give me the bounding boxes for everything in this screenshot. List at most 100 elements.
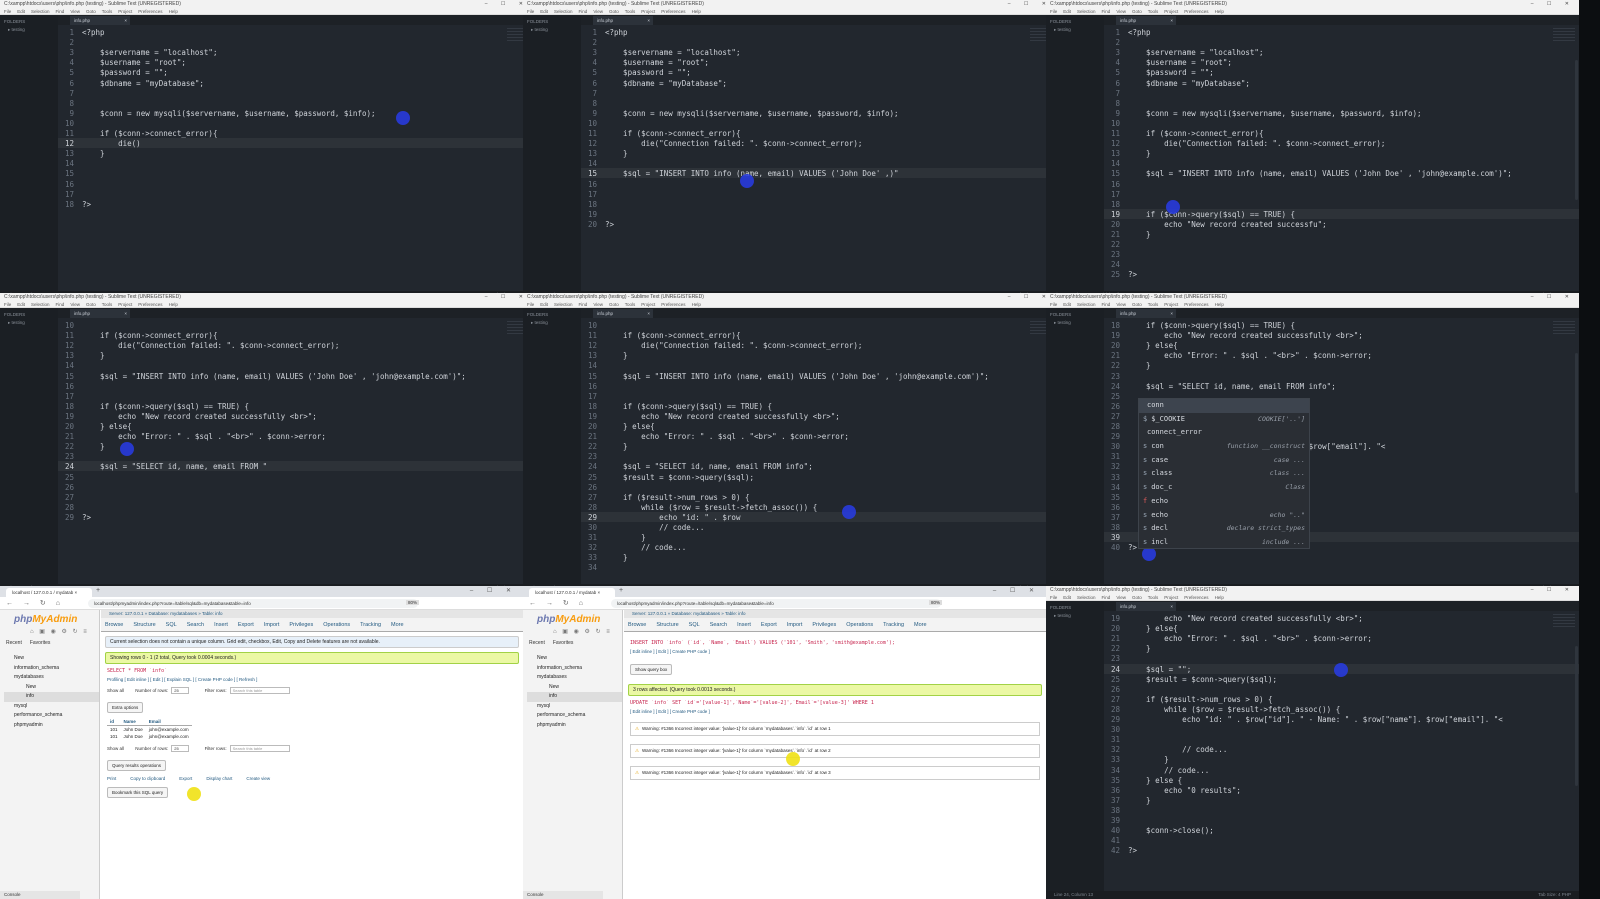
menu-item[interactable]: Edit (1063, 302, 1071, 307)
display-chart-link[interactable]: Display chart (206, 776, 232, 781)
menu-item[interactable]: Help (692, 9, 701, 14)
menu-item[interactable]: View (593, 302, 603, 307)
close-icon[interactable]: × (647, 16, 650, 25)
create-view-link[interactable]: Create view (246, 776, 270, 781)
folder-item[interactable]: ▸ testing (1050, 320, 1100, 326)
menu-item[interactable]: Help (169, 9, 178, 14)
insert-query-links[interactable]: [ Edit inline ] [ Edit ] [ Create PHP co… (630, 649, 1046, 654)
menu-item[interactable]: Help (692, 302, 701, 307)
show-query-box-button[interactable]: Show query box (630, 664, 673, 675)
tab-sql[interactable]: SQL (689, 622, 700, 628)
autocomplete-item[interactable]: s incl include ... (1139, 536, 1309, 550)
breadcrumb[interactable]: Server: 127.0.0.1 » Database: mydatabase… (101, 610, 523, 618)
autocomplete-item[interactable]: s doc_c Class (1139, 481, 1309, 495)
menu-item[interactable]: Preferences (138, 302, 162, 307)
tree-item[interactable]: performance_schema (527, 711, 622, 721)
tab-operations[interactable]: Operations (323, 622, 350, 628)
close-icon[interactable]: × (1170, 602, 1173, 611)
menu-item[interactable]: Find (1102, 302, 1111, 307)
menu-item[interactable]: Tools (102, 9, 113, 14)
print-link[interactable]: Print (107, 776, 116, 781)
menu-item[interactable]: Project (1164, 302, 1178, 307)
menu-item[interactable]: File (1050, 302, 1057, 307)
menu-item[interactable]: View (1116, 595, 1126, 600)
close-icon[interactable]: × (124, 16, 127, 25)
pma-home-icons[interactable]: ⌂ ▣ ◉ ⚙ ↻ ≡ (30, 628, 99, 635)
update-query-links[interactable]: [ Edit inline ] [ Edit ] [ Create PHP co… (630, 709, 1046, 714)
table-row[interactable]: 101 John Doe john@example.com (107, 726, 192, 734)
folder-item[interactable]: ▸ testing (4, 27, 54, 33)
window-controls[interactable]: – ☐ ✕ (1531, 293, 1575, 301)
menu-item[interactable]: Selection (1077, 9, 1096, 14)
tree-item[interactable]: mydatabases (4, 673, 99, 683)
menu-item[interactable]: File (4, 302, 11, 307)
export-link[interactable]: Export (179, 776, 192, 781)
scrollbar[interactable] (1575, 646, 1578, 786)
window-controls[interactable]: – ☐ ✕ (993, 587, 1040, 594)
menu-item[interactable]: Project (118, 9, 132, 14)
filter-input[interactable]: Search this table (229, 745, 290, 753)
menu-item[interactable]: Edit (540, 302, 548, 307)
menu-item[interactable]: Edit (1063, 9, 1071, 14)
tab-tracking[interactable]: Tracking (360, 622, 381, 628)
tab-structure[interactable]: Structure (656, 622, 678, 628)
close-icon[interactable]: × (647, 309, 650, 318)
tab-insert[interactable]: Insert (737, 622, 751, 628)
tab-search[interactable]: Search (710, 622, 727, 628)
menu-item[interactable]: View (70, 9, 80, 14)
bookmark-query-button[interactable]: Bookmark this SQL query (107, 787, 169, 798)
tab-browse[interactable]: Browse (628, 622, 646, 628)
code-area[interactable]: <?php $servername = "localhost"; $userna… (605, 25, 1026, 291)
zoom-badge[interactable]: 80% (406, 600, 420, 605)
folder-item[interactable]: ▸ testing (527, 27, 577, 33)
breadcrumb[interactable]: Server: 127.0.0.1 » Database: mydatabase… (624, 610, 1046, 618)
nav-buttons[interactable]: ← → ↻ ⌂ (529, 599, 587, 607)
profiling-links[interactable]: Profiling [ Edit inline ] [ Edit ] [ Exp… (107, 677, 523, 682)
menu-item[interactable]: Goto (1132, 9, 1142, 14)
file-tab[interactable]: info.php × (70, 16, 130, 25)
menu-item[interactable]: File (1050, 595, 1057, 600)
tree-item[interactable]: info (527, 692, 622, 702)
file-tab[interactable]: info.php × (1116, 16, 1176, 25)
menu-item[interactable]: File (527, 302, 534, 307)
nav-buttons[interactable]: ← → ↻ ⌂ (6, 599, 64, 607)
tree-item[interactable]: New (4, 654, 99, 664)
menu-item[interactable]: Selection (31, 302, 50, 307)
tree-item[interactable]: phpmyadmin (4, 721, 99, 731)
menu-item[interactable]: View (70, 302, 80, 307)
menu-item[interactable]: Find (56, 302, 65, 307)
code-area[interactable]: <?php $servername = "localhost"; $userna… (1128, 25, 1549, 291)
pma-logo[interactable]: phpMyAdmin (537, 614, 622, 625)
window-controls[interactable]: – ☐ ✕ (1531, 0, 1575, 8)
code-area[interactable]: <?php $servername = "localhost"; $userna… (82, 25, 503, 291)
file-tab[interactable]: info.php × (70, 309, 130, 318)
table-row[interactable]: 101 John Doe john@example.com (107, 733, 192, 740)
copy-clipboard-link[interactable]: Copy to clipboard (130, 776, 165, 781)
tab-import[interactable]: Import (264, 622, 280, 628)
tab-browse[interactable]: Browse (105, 622, 123, 628)
menu-item[interactable]: Help (1215, 595, 1224, 600)
file-tab[interactable]: info.php × (1116, 309, 1176, 318)
menu-item[interactable]: File (4, 9, 11, 14)
menu-item[interactable]: Find (1102, 595, 1111, 600)
folder-item[interactable]: ▸ testing (527, 320, 577, 326)
menu-item[interactable]: Project (641, 9, 655, 14)
autocomplete-item[interactable]: connect_error (1139, 426, 1309, 440)
tab-privileges[interactable]: Privileges (812, 622, 836, 628)
tab-search[interactable]: Search (187, 622, 204, 628)
autocomplete-item[interactable]: s decl declare strict_types (1139, 522, 1309, 536)
menu-item[interactable]: Tools (625, 302, 636, 307)
code-area[interactable]: echo "New record created successfully <b… (1128, 611, 1549, 891)
new-tab-button[interactable]: + (96, 587, 100, 594)
menu-item[interactable]: Goto (86, 302, 96, 307)
scrollbar[interactable] (1575, 353, 1578, 493)
close-icon[interactable]: × (1170, 309, 1173, 318)
favorites-tab[interactable]: Favorites (30, 640, 51, 646)
menu-item[interactable]: Preferences (661, 9, 685, 14)
col-header[interactable]: Name (120, 718, 146, 726)
tree-item[interactable]: information_schema (527, 664, 622, 674)
close-icon[interactable]: × (124, 309, 127, 318)
tree-item[interactable]: mydatabases (527, 673, 622, 683)
menu-item[interactable]: Goto (86, 9, 96, 14)
menu-item[interactable]: Preferences (1184, 9, 1208, 14)
